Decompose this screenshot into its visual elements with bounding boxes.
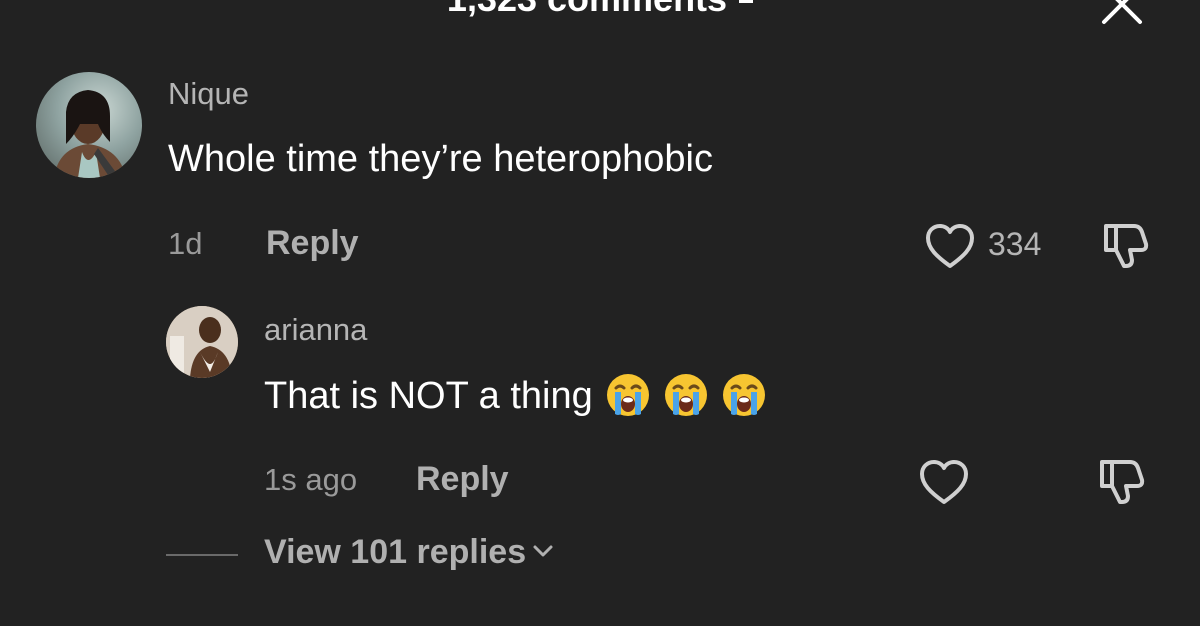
loudly-crying-face-icon [606,374,649,416]
comments-count-title: 1,323 comments [0,0,1200,20]
view-replies-label: View 101 replies [264,533,527,571]
reply-text-line: That is NOT a thing [264,372,767,418]
comments-count-label: 1,323 comments [447,0,727,19]
replies-divider [166,554,238,556]
translate-icon[interactable] [739,0,754,3]
reply-button[interactable]: Reply [416,460,509,499]
view-replies-button[interactable]: View 101 replies [264,533,554,572]
like-count: 334 [988,226,1042,262]
reply-text: That is NOT a thing [264,375,593,417]
dislike-icon[interactable] [1100,220,1156,270]
reply-timestamp: 1s ago [264,462,358,497]
close-icon[interactable] [1100,0,1144,26]
chevron-down-icon [533,545,553,557]
reply-button[interactable]: Reply [266,224,359,263]
heart-icon[interactable] [918,458,970,506]
loudly-crying-face-icon [664,374,707,416]
reply-username[interactable]: arianna [264,312,367,348]
dislike-icon[interactable] [1096,456,1152,506]
avatar-image [54,90,126,178]
loudly-crying-face-icon [722,374,765,416]
avatar-image [166,306,238,378]
comment-timestamp: 1d [168,226,203,261]
comment-text: Whole time they’re heterophobic [168,138,713,180]
heart-icon[interactable] [924,222,976,270]
comment-username[interactable]: Nique [168,76,249,112]
avatar[interactable] [166,306,238,378]
comments-sheet: 1,323 comments Nique Whole time they’re … [0,0,1200,626]
avatar[interactable] [36,72,142,178]
